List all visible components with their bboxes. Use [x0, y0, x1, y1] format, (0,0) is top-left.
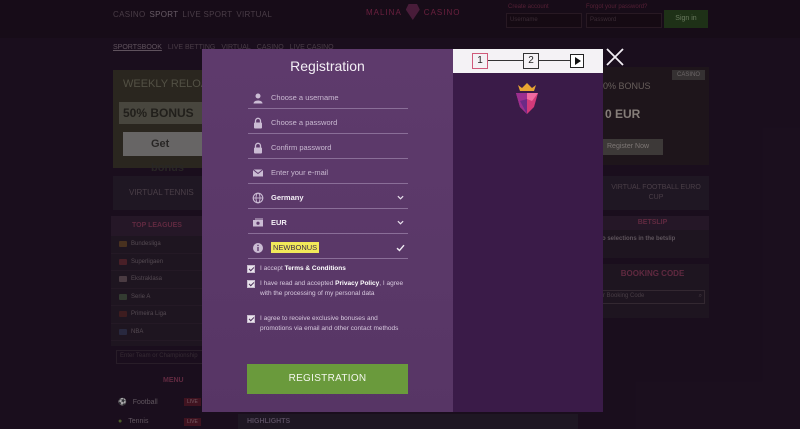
privacy-checkbox-row: I have read and accepted Privacy Policy,… — [247, 279, 407, 299]
registration-modal: Registration Choose a username Choose a … — [202, 49, 603, 412]
raspberry-logo-icon — [516, 83, 538, 114]
terms-link[interactable]: Terms & Conditions — [285, 265, 346, 272]
registration-button[interactable]: REGISTRATION — [247, 364, 408, 394]
currency-select[interactable]: EUR — [248, 212, 408, 234]
privacy-policy-link[interactable]: Privacy Policy — [335, 280, 379, 287]
marketing-text: I agree to receive exclusive bonuses and… — [260, 315, 399, 332]
checkmark-icon — [396, 244, 405, 252]
terms-prefix: I accept — [260, 265, 285, 272]
confirm-password-field[interactable]: Confirm password — [248, 137, 408, 159]
lock-icon — [254, 117, 262, 128]
modal-title: Registration — [290, 58, 365, 74]
username-field[interactable]: Choose a username — [248, 87, 408, 109]
step-indicator: 1 2 — [453, 49, 603, 73]
chevron-down-icon[interactable] — [397, 219, 404, 226]
country-select[interactable]: Germany — [248, 187, 408, 209]
money-icon — [253, 218, 263, 226]
currency-value: EUR — [271, 218, 287, 227]
privacy-checkbox[interactable] — [247, 280, 255, 288]
user-icon — [253, 93, 263, 103]
username-placeholder: Choose a username — [271, 93, 339, 102]
lock-icon — [254, 142, 262, 153]
registration-form: Registration Choose a username Choose a … — [202, 49, 453, 412]
close-icon[interactable] — [604, 46, 626, 68]
marketing-checkbox[interactable] — [247, 315, 255, 323]
privacy-text: I have read and accepted Privacy Policy,… — [260, 279, 407, 299]
mail-icon — [252, 168, 264, 176]
email-field[interactable]: Enter your e-mail — [248, 162, 408, 184]
step-2[interactable]: 2 — [523, 53, 539, 69]
info-icon — [253, 242, 263, 253]
terms-text: I accept Terms & Conditions — [260, 264, 346, 274]
bonus-code-field[interactable]: NEWBONUS — [248, 237, 408, 259]
privacy-prefix: I have read and accepted — [260, 280, 336, 287]
chevron-down-icon[interactable] — [397, 194, 404, 201]
confirm-password-placeholder: Confirm password — [271, 143, 332, 152]
country-value: Germany — [271, 193, 304, 202]
globe-icon — [252, 192, 264, 203]
step-1[interactable]: 1 — [472, 53, 488, 69]
terms-checkbox-row: I accept Terms & Conditions — [247, 264, 407, 274]
next-step-icon[interactable] — [570, 54, 584, 68]
step-connector — [539, 60, 570, 61]
step-connector — [488, 60, 523, 61]
terms-checkbox[interactable] — [247, 265, 255, 273]
bonus-code-value: NEWBONUS — [271, 242, 320, 253]
password-field[interactable]: Choose a password — [248, 112, 408, 134]
password-placeholder: Choose a password — [271, 118, 338, 127]
marketing-checkbox-row: I agree to receive exclusive bonuses and… — [247, 314, 407, 334]
registration-side-panel: 1 2 — [453, 49, 603, 412]
email-placeholder: Enter your e-mail — [271, 168, 329, 177]
